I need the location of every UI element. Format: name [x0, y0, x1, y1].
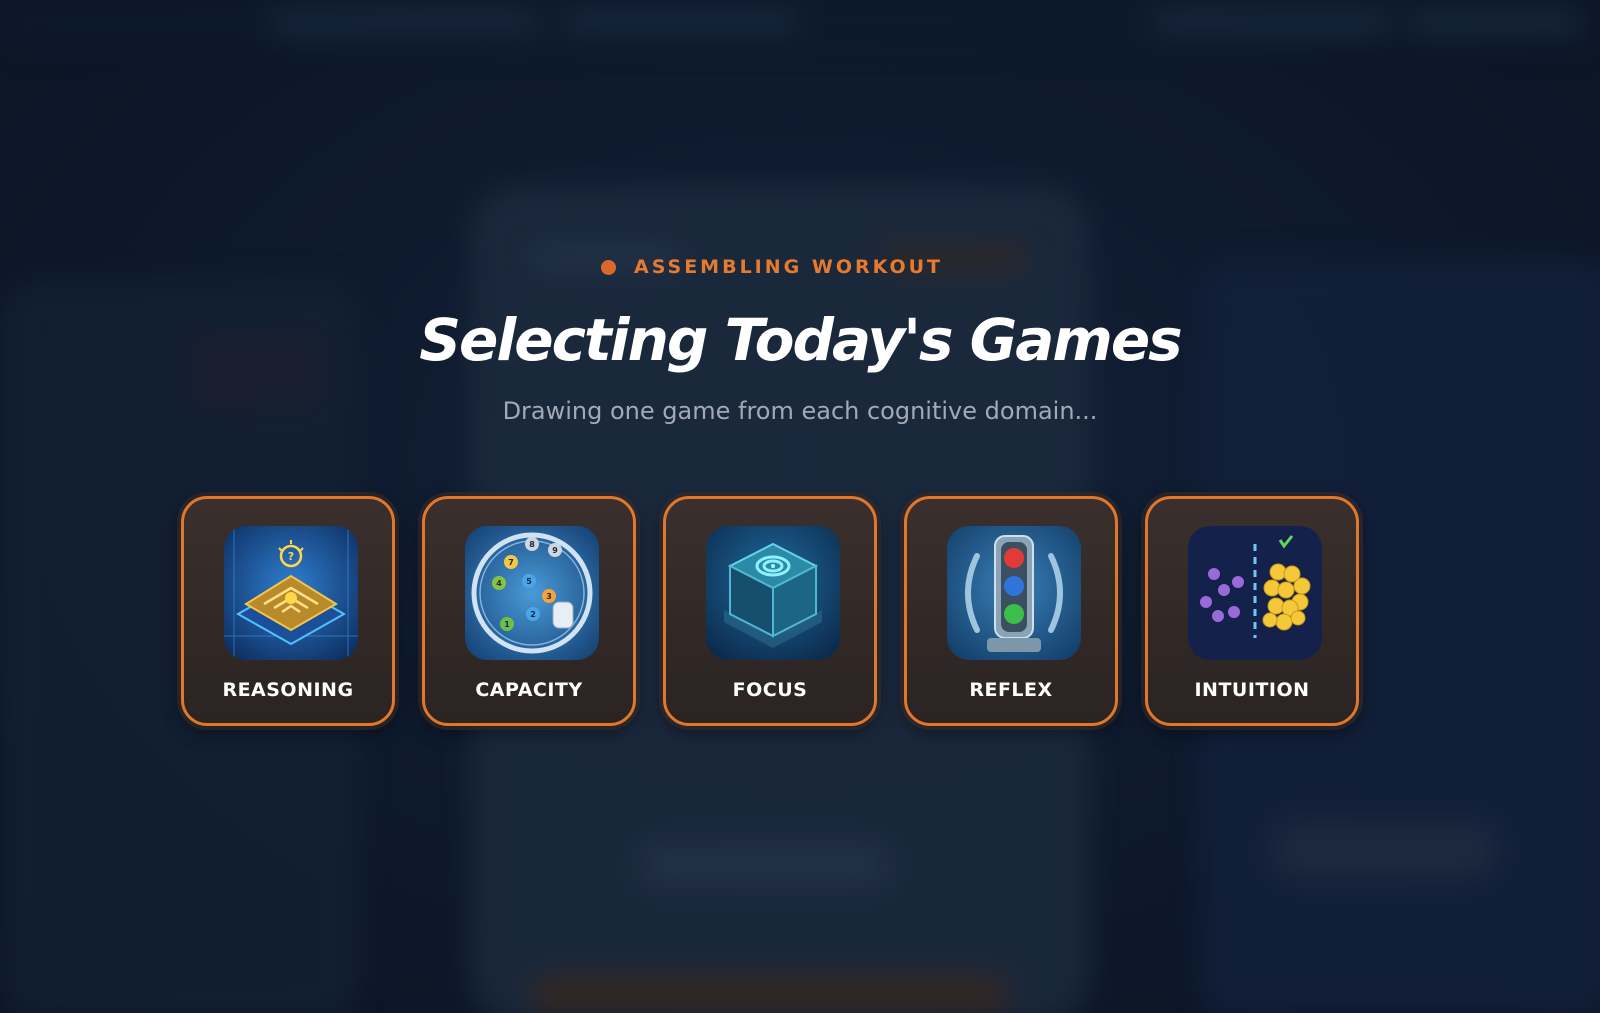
page-title: Selecting Today's Games: [419, 306, 1182, 374]
svg-text:5: 5: [526, 577, 532, 586]
domain-card-focus[interactable]: FOCUS: [663, 496, 877, 726]
domain-card-capacity[interactable]: 8 9 7 4 5 3 2 1 CAPACITY: [422, 496, 636, 726]
svg-text:2: 2: [530, 610, 536, 619]
domain-card-row: ? REASONING 8 9 7 4 5 3 2 1 CAPACITY FOC…: [181, 496, 1359, 726]
svg-text:1: 1: [504, 620, 510, 629]
domain-card-intuition[interactable]: INTUITION: [1145, 496, 1359, 726]
domain-label: INTUITION: [1194, 679, 1310, 701]
game-selection-screen: ASSEMBLING WORKOUT Selecting Today's Gam…: [0, 0, 1600, 1013]
selection-overlay: ASSEMBLING WORKOUT Selecting Today's Gam…: [0, 0, 1600, 1013]
svg-text:3: 3: [546, 592, 552, 601]
maze-icon: ?: [224, 526, 358, 660]
number-sequence-icon: 8 9 7 4 5 3 2 1: [465, 526, 599, 660]
svg-text:?: ?: [288, 550, 294, 563]
domain-card-reasoning[interactable]: ? REASONING: [181, 496, 395, 726]
sorting-creatures-stars-icon: [1188, 526, 1322, 660]
domain-card-reflex[interactable]: REFLEX: [904, 496, 1118, 726]
svg-text:7: 7: [508, 558, 514, 567]
domain-label: REASONING: [222, 679, 354, 701]
status-row: ASSEMBLING WORKOUT: [0, 256, 1600, 278]
domain-label: REFLEX: [969, 679, 1053, 701]
svg-text:9: 9: [552, 546, 558, 555]
status-dot-icon: [600, 259, 616, 275]
status-label: ASSEMBLING WORKOUT: [633, 256, 944, 278]
domain-label: CAPACITY: [475, 679, 583, 701]
svg-text:8: 8: [529, 540, 535, 549]
page-subtitle: Drawing one game from each cognitive dom…: [502, 397, 1098, 425]
spiral-cube-icon: [706, 526, 840, 660]
svg-text:4: 4: [496, 579, 502, 588]
traffic-light-icon: [947, 526, 1081, 660]
domain-label: FOCUS: [732, 679, 808, 701]
